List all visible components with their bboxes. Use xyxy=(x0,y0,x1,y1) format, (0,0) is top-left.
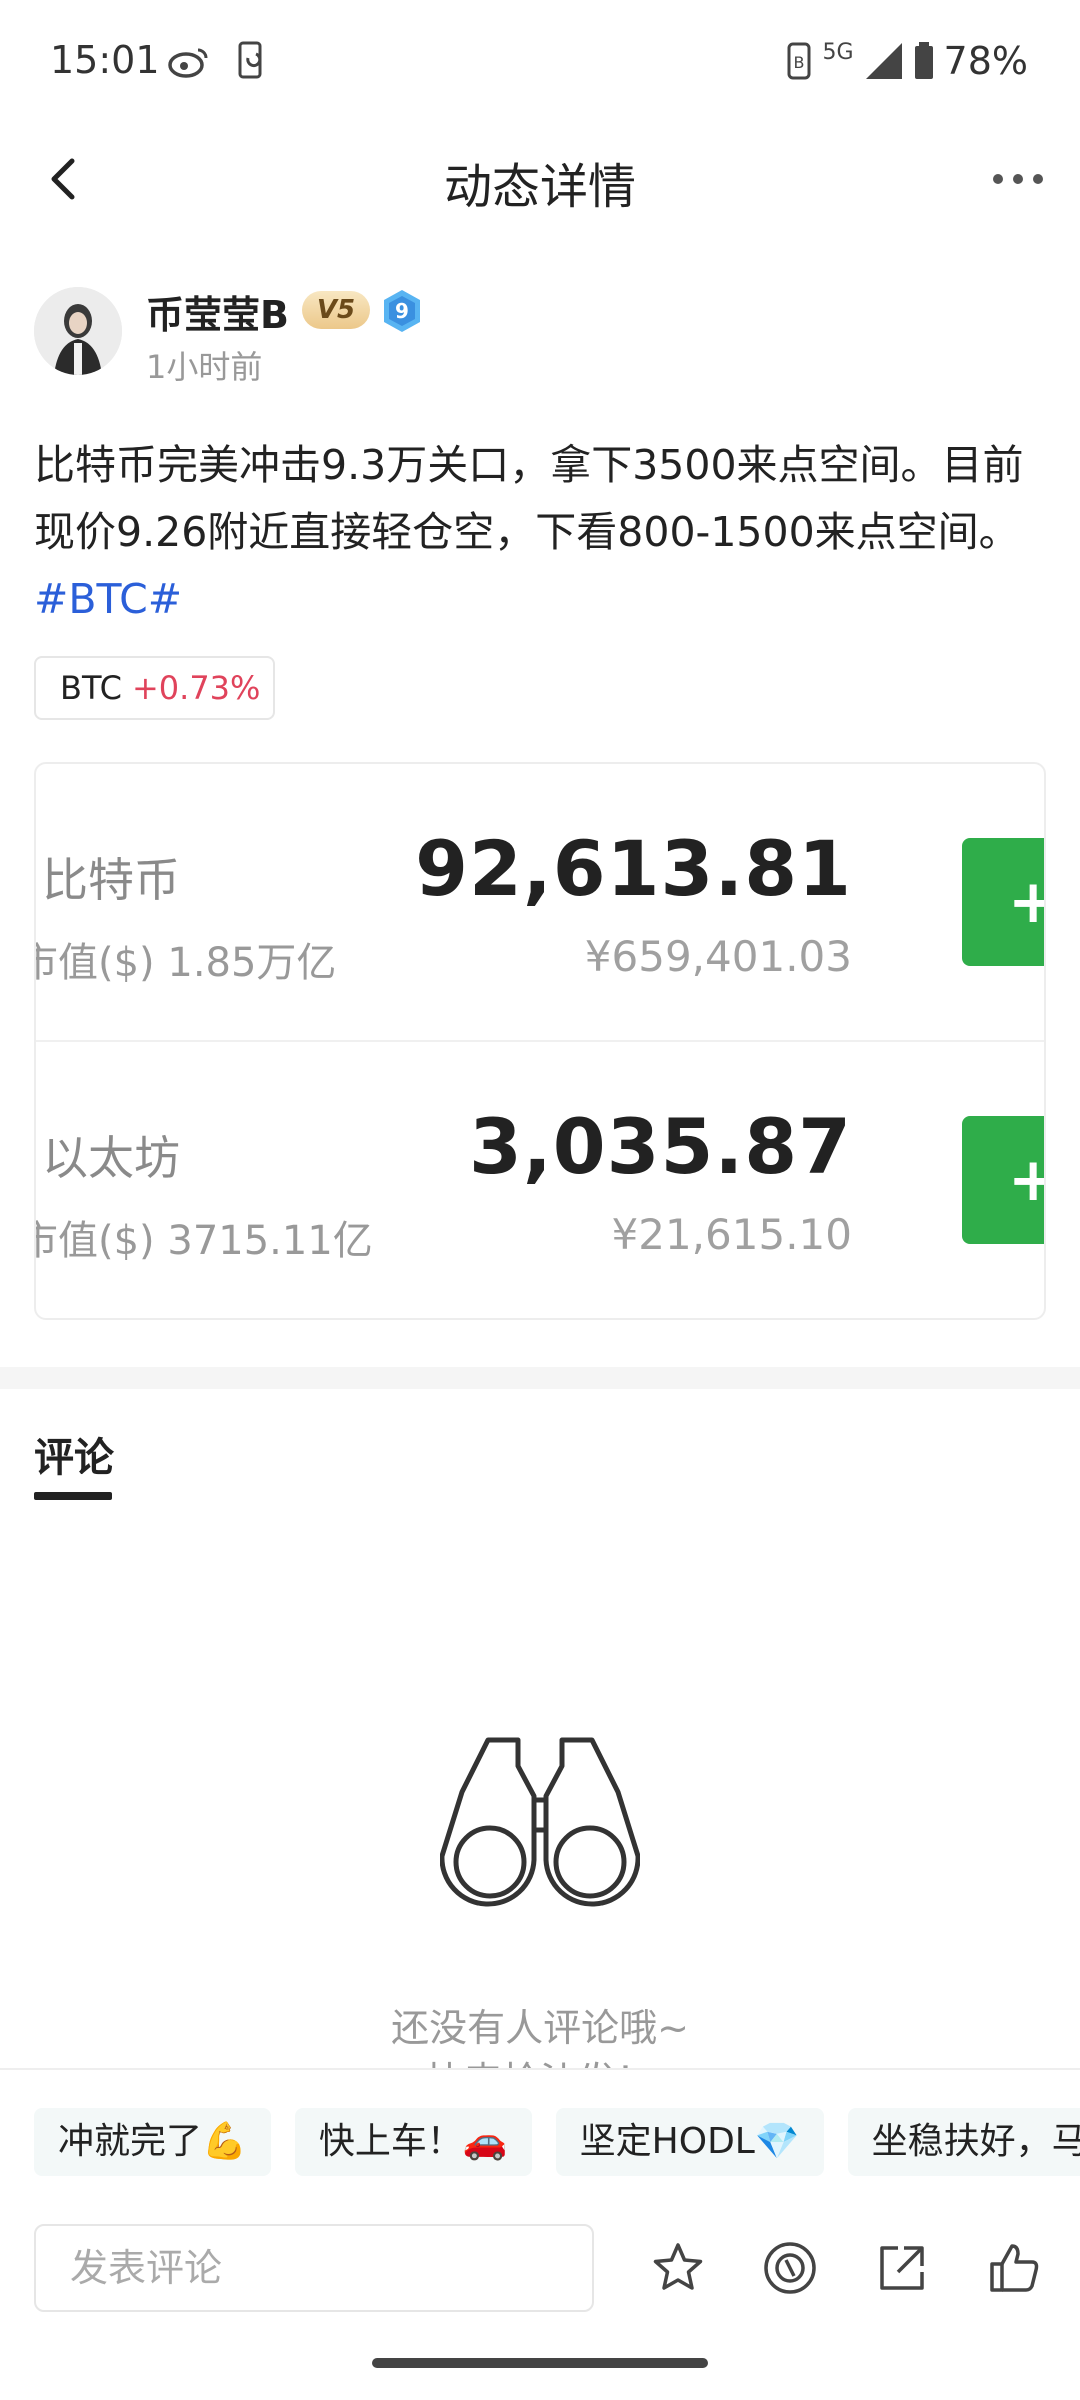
coin-row: 以太坊 市值($) 3715.11亿 3,035.87 ¥21,615.10 + xyxy=(34,1042,1044,1318)
post-text: 比特币完美冲击9.3万关口，拿下3500来点空间。目前现价9.26附近直接轻仓空… xyxy=(34,432,1044,633)
coin-price-cny: ¥659,401.03 xyxy=(584,932,852,981)
post-image[interactable]: 比特币 市值($) 1.85万亿 92,613.81 ¥659,401.03 +… xyxy=(34,762,1046,1320)
add-button: + xyxy=(962,838,1044,966)
like-icon[interactable] xyxy=(986,2240,1042,2296)
coin-tag-change: +0.73% xyxy=(131,669,261,707)
status-bar: 15:01 B 5G 78% xyxy=(0,0,1080,125)
page-title: 动态详情 xyxy=(443,159,636,215)
author-name[interactable]: 币莹莹B xyxy=(146,284,289,339)
section-divider xyxy=(0,1367,1080,1389)
phone-clone-icon xyxy=(238,41,262,79)
quick-reply-chip[interactable]: 冲就完了💪 xyxy=(34,2108,271,2176)
quick-reply-chip[interactable]: 坚定HODL💎 xyxy=(555,2108,824,2176)
coin-name: 以太坊 xyxy=(42,1131,180,1185)
level-number: 9 xyxy=(395,299,409,323)
star-icon[interactable] xyxy=(650,2240,706,2296)
comment-input[interactable]: 发表评论 xyxy=(34,2224,594,2312)
coin-market-cap: 市值($) 3715.11亿 xyxy=(34,1218,373,1264)
vip-badge: V5 xyxy=(302,291,370,329)
add-button: + xyxy=(962,1116,1044,1244)
coin-row: 比特币 市值($) 1.85万亿 92,613.81 ¥659,401.03 + xyxy=(34,764,1044,1040)
weibo-icon xyxy=(168,48,208,78)
nfc-icon: B xyxy=(787,42,811,80)
coin-reward-icon[interactable] xyxy=(762,2240,818,2296)
tab-indicator xyxy=(34,1492,112,1500)
post-time: 1小时前 xyxy=(146,348,263,386)
avatar[interactable] xyxy=(34,287,122,375)
coin-tag[interactable]: BTC +0.73% xyxy=(34,656,275,720)
battery-percent: 78% xyxy=(943,39,1028,83)
status-time: 15:01 xyxy=(50,38,160,82)
share-icon[interactable] xyxy=(874,2240,930,2296)
signal-icon xyxy=(865,43,902,79)
quick-replies: 冲就完了💪 快上车！🚗 坚定HODL💎 坐稳扶好，马 xyxy=(34,2108,1080,2176)
quick-reply-chip[interactable]: 坐稳扶好，马 xyxy=(847,2108,1080,2176)
top-nav: 动态详情 xyxy=(0,125,1080,235)
network-label: 5G xyxy=(822,40,854,65)
coin-price: 92,613.81 xyxy=(415,824,852,913)
level-badge: 9 xyxy=(384,290,420,332)
hashtag-link[interactable]: #BTC# xyxy=(34,575,182,623)
quick-reply-chip[interactable]: 快上车！🚗 xyxy=(294,2108,532,2176)
status-right: B 5G 78% xyxy=(786,38,1028,84)
more-dots-icon[interactable] xyxy=(988,159,1048,199)
coin-tag-symbol: BTC xyxy=(60,669,122,707)
avatar-image xyxy=(34,287,122,375)
coin-name: 比特币 xyxy=(42,853,180,907)
binoculars-icon xyxy=(440,1737,640,1907)
empty-comments-text: 还没有人评论哦~ xyxy=(391,2006,689,2050)
coin-price-cny: ¥21,615.10 xyxy=(611,1210,852,1259)
post-body: 比特币完美冲击9.3万关口，拿下3500来点空间。目前现价9.26附近直接轻仓空… xyxy=(34,441,1024,556)
battery-icon xyxy=(914,42,933,79)
svg-text:B: B xyxy=(794,53,805,72)
coin-price: 3,035.87 xyxy=(468,1102,852,1191)
coin-market-cap: 市值($) 1.85万亿 xyxy=(34,940,337,986)
home-indicator[interactable] xyxy=(372,2358,708,2368)
comment-bar: 冲就完了💪 快上车！🚗 坚定HODL💎 坐稳扶好，马 发表评论 xyxy=(0,2068,1080,2400)
tab-comments[interactable]: 评论 xyxy=(34,1425,114,1483)
post-detail-page: 15:01 B 5G 78% 动态详情 币莹莹B V5 9 1小时前 比特币完美… xyxy=(0,0,1080,2400)
